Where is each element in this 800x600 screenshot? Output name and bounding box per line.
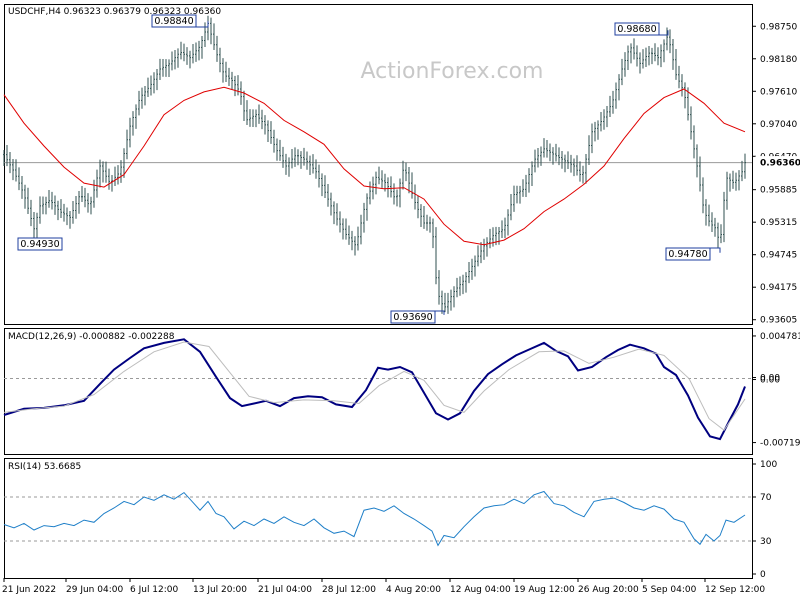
x-axis-tick-label: 4 Aug 20:00 (386, 585, 441, 595)
x-axis-tick-label: 28 Jul 12:00 (322, 585, 376, 595)
rsi-axis-tick-label: 0 (760, 570, 766, 580)
price-axis-tick-label: 0.95315 (760, 218, 797, 228)
price-axis-tick-label: 0.97610 (760, 87, 797, 97)
annotation-label: 0.98680 (617, 24, 656, 35)
annotation-label: 0.93690 (393, 312, 432, 323)
x-axis-tick-label: 19 Aug 12:00 (514, 585, 575, 595)
watermark: ActionForex.com (361, 59, 544, 84)
x-axis-tick-label: 12 Aug 04:00 (450, 585, 511, 595)
macd-signal-line (3, 341, 746, 431)
macd-panel-title: MACD(12,26,9) -0.000882 -0.002288 (8, 332, 175, 342)
x-axis-tick-label: 6 Jul 12:00 (130, 585, 179, 595)
x-axis-tick-label: 29 Jun 04:00 (66, 585, 123, 595)
price-axis-tick-label: 0.97040 (760, 120, 797, 130)
moving-average-line (3, 86, 746, 246)
price-axis-tick-label: 0.93605 (760, 316, 797, 326)
x-axis-tick-label: 26 Aug 20:00 (578, 585, 639, 595)
current-price-label: 0.96360 (760, 159, 800, 169)
annotation-label: 0.98840 (154, 16, 193, 27)
price-panel-title: USDCHF,H4 0.96323 0.96379 0.96323 0.9636… (8, 7, 221, 17)
rsi-axis-tick-label: 30 (760, 537, 772, 547)
rsi-axis-tick-label: 70 (760, 493, 772, 503)
rsi-panel-frame (4, 458, 753, 579)
rsi-panel-title: RSI(14) 53.6685 (8, 462, 81, 472)
rsi-line (3, 490, 746, 547)
annotation-leader (710, 247, 721, 253)
price-axis-tick-label: 0.98750 (760, 22, 797, 32)
x-axis-tick-label: 5 Sep 04:00 (642, 585, 697, 595)
price-axis-tick-label: 0.98180 (760, 55, 797, 65)
price-axis-tick-label: 0.94175 (760, 283, 797, 293)
rsi-axis-tick-label: 100 (760, 460, 777, 470)
x-axis-tick-label: 21 Jul 04:00 (258, 585, 312, 595)
chart-canvas: ActionForex.com 0.98750 0.98180 0.97610 0.97… (2, 4, 800, 595)
macd-axis-tick-label: 0.004781 (760, 332, 800, 342)
x-axis-tick-label: 13 Jul 20:00 (193, 585, 247, 595)
macd-axis-tick-label: -0.007191 (760, 439, 800, 449)
annotation-leader (196, 21, 209, 28)
annotation-leader (435, 310, 445, 315)
annotation-label: 0.94930 (20, 239, 59, 250)
usdchf-chart-window: ActionForex.com 0.98750 0.98180 0.97610 0.97… (0, 0, 800, 600)
price-axis-tick-label: 0.95885 (760, 186, 797, 196)
x-axis-tick-label: 21 Jun 2022 (2, 585, 56, 595)
price-axis-tick-label: 0.94745 (760, 251, 797, 261)
annotation-label: 0.94780 (668, 249, 707, 260)
x-axis-tick-label: 12 Sep 12:00 (705, 585, 765, 595)
macd-axis-tick-label: 0.00 (760, 376, 780, 386)
